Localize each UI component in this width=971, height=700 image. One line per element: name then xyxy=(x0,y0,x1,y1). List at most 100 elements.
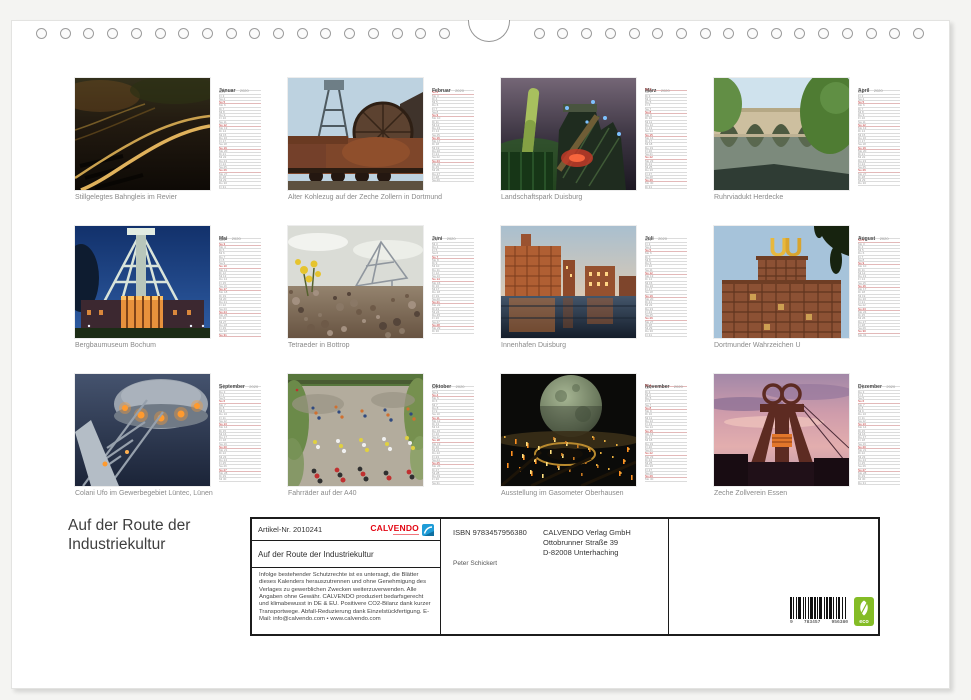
month-cell-june: Juni 2020 Mo 1 Di 2 Mi 3 Do 4 Fr 5 Sa 6 So 7 Mo… xyxy=(288,226,478,374)
photo-kohlezug-zeche-zollern xyxy=(288,78,423,190)
mini-calendar: November 2020 So 1 Mo 2 Di 3 Mi 4 Do 5 Fr 6 Sa… xyxy=(645,375,687,482)
legal-text: Infolge bestehender Schutzrechte ist es … xyxy=(259,572,431,622)
punch-hole xyxy=(36,28,47,39)
photo-caption: Alter Kohlezug auf der Zeche Zollern in … xyxy=(288,194,443,201)
mini-calendar: März 2020 So 1 Mo 2 Di 3 Mi 4 Do 5 Fr 6 Sa 7 So… xyxy=(645,79,687,189)
photo-caption: Fahrräder auf der A40 xyxy=(288,490,357,497)
month-cell-july: Juli 2020 Mi 1 Do 2 Fr 3 Sa 4 So 5 Mo 6 Di 7 Mi… xyxy=(501,226,691,374)
punch-hole xyxy=(841,28,853,39)
punch-hole xyxy=(889,28,901,39)
punch-hole xyxy=(154,28,166,39)
year-label: 2020 xyxy=(455,384,465,389)
punch-hole xyxy=(367,28,379,39)
calvendo-logo: CALVENDO xyxy=(370,523,434,536)
photo-caption: Bergbaumuseum Bochum xyxy=(75,342,156,349)
photo-caption: Dortmunder Wahrzeichen U xyxy=(714,342,801,349)
month-cell-may: Mai 2020 Fr 1 Sa 2 So 3 Mo 4 Di 5 Mi 6 Do 7 Fr … xyxy=(75,226,265,374)
month-cell-december: Dezember 2020 Di 1 Mi 2 Do 3 Fr 4 Sa 5 So 6 Mo… xyxy=(714,374,904,522)
photo-caption: Ausstellung im Gasometer Oberhausen xyxy=(501,490,624,497)
article-number: Artikel-Nr. 2010241 xyxy=(258,525,323,534)
photo-caption: Stillgelegtes Bahngleis im Revier xyxy=(75,194,177,201)
punch-hole xyxy=(201,28,213,39)
publisher-address: CALVENDO Verlag GmbH Ottobrunner Straße … xyxy=(543,528,631,557)
photo-caption: Zeche Zollverein Essen xyxy=(714,490,788,497)
month-cell-january: Januar 2020 Mi 1 Do 2 Fr 3 Sa 4 So 5 Mo 6 Di 7… xyxy=(75,78,265,226)
punch-hole xyxy=(912,28,924,39)
info-box-right-column: 9 783457 956380 eco xyxy=(669,519,878,634)
punch-hole xyxy=(675,28,687,39)
punch-hole xyxy=(865,28,877,39)
publisher-name: CALVENDO Verlag GmbH xyxy=(543,528,631,537)
calvendo-tagline-bar xyxy=(393,533,419,535)
punch-hole xyxy=(273,28,284,39)
calendar-day-row: Mo 30 xyxy=(645,478,687,482)
punch-hole xyxy=(581,28,593,39)
mini-calendar: Mai 2020 Fr 1 Sa 2 So 3 Mo 4 Di 5 Mi 6 Do 7 Fr … xyxy=(219,227,261,337)
hanger-hole xyxy=(468,20,510,42)
punch-hole xyxy=(557,28,569,39)
mini-calendar: Februar 2020 Sa 1 So 2 Mo 3 Di 4 Mi 5 Do 6 Fr … xyxy=(432,79,474,183)
photo-ruhrviadukt-herdecke xyxy=(714,78,849,190)
ean-barcode: 9 783457 956380 xyxy=(790,597,848,625)
punch-hole xyxy=(699,28,711,39)
punch-hole xyxy=(391,28,403,39)
year-label: 2020 xyxy=(886,384,896,389)
barcode-bars xyxy=(790,597,848,619)
punch-hole xyxy=(130,28,142,39)
photo-caption: Landschaftspark Duisburg xyxy=(501,194,583,201)
calendar-day-row: Di 31 xyxy=(645,186,687,189)
punch-hole xyxy=(604,28,616,39)
photo-landschaftspark-duisburg xyxy=(501,78,636,190)
isbn-number: ISBN 9783457956380 xyxy=(453,528,527,537)
calendar-day-row: Mo 31 xyxy=(858,334,900,337)
photo-dortmunder-u: U U xyxy=(714,226,849,338)
punch-hole xyxy=(652,28,664,39)
year-label: 2020 xyxy=(231,236,241,241)
box-title: Auf der Route der Industriekultur xyxy=(252,541,440,568)
punch-hole xyxy=(344,28,356,39)
calendar-day-row: Do 30 xyxy=(858,182,900,186)
month-cell-september: September 2020 Di 1 Mi 2 Do 3 Fr 4 Sa 5 So 6M… xyxy=(75,374,265,522)
punch-hole xyxy=(415,28,427,39)
mini-calendar: Oktober 2020 Do 1 Fr 2 Sa 3 So 4 Mo 5 Di 6 Mi … xyxy=(432,375,474,485)
photo-caption: Innenhafen Duisburg xyxy=(501,342,566,349)
publisher-info-box: Artikel-Nr. 2010241 CALVENDO Auf der Rou… xyxy=(250,517,880,636)
year-label: 2020 xyxy=(673,384,683,389)
calendar-day-row: Fr 31 xyxy=(645,334,687,337)
mini-calendar: Januar 2020 Mi 1 Do 2 Fr 3 Sa 4 So 5 Mo 6 Di 7… xyxy=(219,79,261,189)
punch-hole xyxy=(225,28,237,39)
info-box-left-column: Artikel-Nr. 2010241 CALVENDO Auf der Rou… xyxy=(252,519,441,634)
photo-fahrraeder-a40 xyxy=(288,374,423,486)
barcode-prefix: 9 xyxy=(790,620,793,625)
month-cell-march: März 2020 So 1 Mo 2 Di 3 Mi 4 Do 5 Fr 6 Sa 7 So… xyxy=(501,78,691,226)
punch-hole xyxy=(438,28,450,39)
calendar-day-row: Mi 30 xyxy=(219,478,261,482)
article-row: Artikel-Nr. 2010241 CALVENDO xyxy=(252,519,440,541)
svg-text:eco: eco xyxy=(859,619,869,625)
photo-caption: Ruhrviadukt Herdecke xyxy=(714,194,784,201)
calendar-day-row: Sa 31 xyxy=(432,482,474,485)
page-title-line2: Industriekultur xyxy=(68,535,166,553)
photo-caption: Tetraeder in Bottrop xyxy=(288,342,350,349)
year-label: 2020 xyxy=(249,384,259,389)
page-title: Auf der Route der Industriekultur xyxy=(68,517,190,555)
photo-stillgelegtes-bahngleis xyxy=(75,78,210,190)
calendar-day-row: Fr 31 xyxy=(219,186,261,189)
photo-caption: Colani Ufo im Gewerbegebiet Lüntec, Lüne… xyxy=(75,490,213,497)
photo-innenhafen-duisburg xyxy=(501,226,636,338)
punch-hole xyxy=(747,28,758,39)
calendar-day-row: Di 30 xyxy=(432,330,474,334)
author-name: Peter Schickert xyxy=(453,560,498,567)
year-label: 2020 xyxy=(660,88,670,93)
info-box-middle-column: ISBN 9783457956380 CALVENDO Verlag GmbH … xyxy=(441,519,669,634)
year-label: 2020 xyxy=(658,236,667,241)
month-cell-november: November 2020 So 1 Mo 2 Di 3 Mi 4 Do 5 Fr 6 Sa… xyxy=(501,374,691,522)
barcode-number: 9 783457 956380 xyxy=(790,620,848,625)
month-cell-april: April 2020 Mi 1 Do 2 Fr 3 Sa 4 So 5 Mo 6 Di 7M… xyxy=(714,78,904,226)
calendar-back-page: Januar 2020 Mi 1 Do 2 Fr 3 Sa 4 So 5 Mo 6 Di 7… xyxy=(11,20,950,689)
year-label: 2020 xyxy=(879,236,889,241)
punch-hole xyxy=(59,28,71,39)
punch-hole xyxy=(818,28,830,39)
year-label: 2020 xyxy=(455,88,464,93)
photo-gasometer-oberhausen xyxy=(501,374,636,486)
